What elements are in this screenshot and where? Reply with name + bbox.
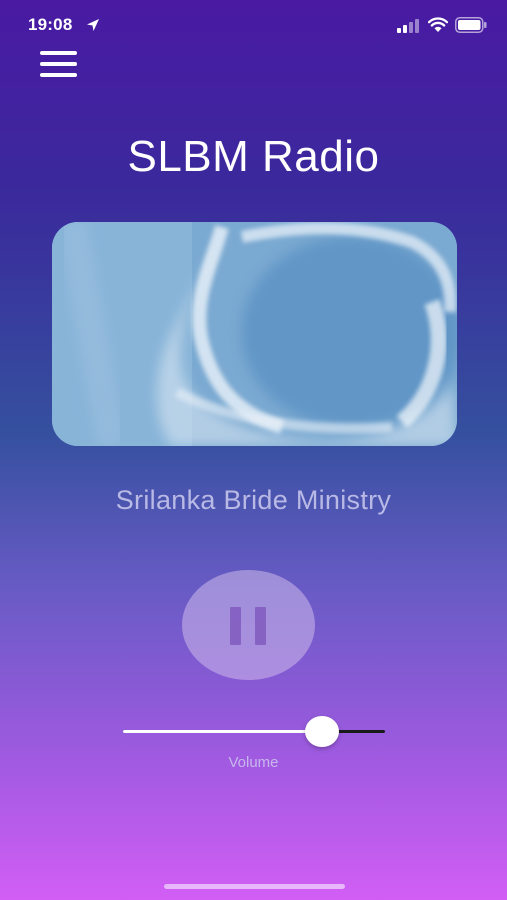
volume-fill bbox=[123, 730, 323, 733]
pause-button[interactable] bbox=[182, 570, 315, 680]
battery-icon bbox=[455, 17, 487, 33]
volume-label: Volume bbox=[228, 754, 279, 771]
cellular-signal-icon bbox=[397, 19, 419, 33]
status-time: 19:08 bbox=[28, 15, 73, 34]
home-indicator bbox=[164, 884, 345, 889]
hamburger-menu-icon bbox=[40, 51, 77, 55]
volume-slider[interactable] bbox=[123, 716, 385, 747]
location-arrow-icon bbox=[87, 19, 99, 31]
menu-button[interactable] bbox=[40, 51, 77, 78]
volume-thumb[interactable] bbox=[305, 716, 340, 747]
status-bar: 19:08 bbox=[0, 0, 507, 48]
sky-clouds-image bbox=[52, 222, 457, 446]
pause-icon bbox=[230, 607, 241, 645]
wifi-icon bbox=[428, 17, 448, 32]
page-title: SLBM Radio bbox=[127, 132, 380, 181]
station-artwork bbox=[52, 222, 457, 446]
station-name: Srilanka Bride Ministry bbox=[115, 485, 392, 515]
